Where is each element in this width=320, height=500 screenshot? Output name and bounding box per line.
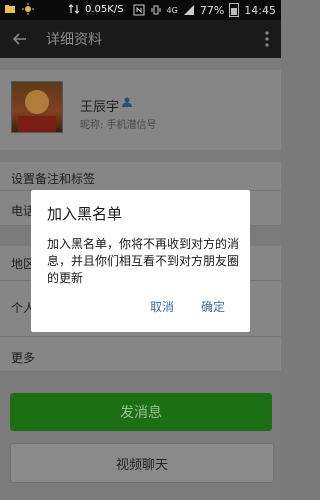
profile-card: 王辰宇 昵称: 手机潜信号	[0, 70, 281, 150]
speed-readout: 0.05K/S	[83, 3, 126, 15]
row-remark-tags[interactable]: 设置备注和标签	[0, 162, 281, 191]
profile-name: 王辰宇	[80, 100, 120, 115]
back-arrow-icon[interactable]	[12, 31, 28, 47]
page-title: 详细资料	[46, 32, 102, 48]
avatar[interactable]	[11, 81, 63, 133]
row-more-label: 更多	[11, 351, 36, 365]
dialog-message: 加入黑名单，你将不再收到对方的消息，并且你们相互看不到对方朋友圈的更新	[47, 237, 240, 285]
status-left-icons	[4, 3, 34, 15]
notification-folder-icon	[5, 5, 15, 13]
vibrate-icon	[151, 5, 161, 15]
blacklist-dialog: 加入黑名单 加入黑名单，你将不再收到对方的消息，并且你们相互看不到对方朋友圈的更…	[31, 190, 250, 332]
status-right-icons: 4G 77% 14:45	[133, 3, 276, 17]
more-options-icon[interactable]	[265, 31, 269, 47]
dialog-title: 加入黑名单	[47, 205, 123, 223]
profile-nickname: 昵称: 手机潜信号	[80, 120, 157, 131]
row-more[interactable]: 更多	[0, 337, 281, 372]
confirm-button[interactable]: 确定	[201, 298, 225, 315]
signal-icon	[183, 5, 194, 15]
top-app-bar: 详细资料	[0, 20, 281, 58]
cancel-button[interactable]: 取消	[150, 298, 174, 315]
network-type: 4G	[166, 5, 178, 15]
battery-percent: 77%	[199, 3, 225, 17]
send-message-button[interactable]: 发消息	[10, 393, 272, 431]
row-remark-label: 设置备注和标签	[11, 172, 96, 186]
nfc-icon	[133, 4, 145, 16]
person-icon	[122, 97, 132, 107]
network-speed: 0.05K/S	[68, 3, 126, 15]
video-call-button[interactable]: 视频聊天	[10, 443, 274, 483]
data-transfer-icon	[68, 4, 80, 14]
battery-icon	[229, 3, 240, 17]
status-bar: 0.05K/S 4G 77% 14:45	[0, 0, 281, 20]
weather-icon	[22, 3, 34, 15]
clock: 14:45	[244, 3, 276, 17]
